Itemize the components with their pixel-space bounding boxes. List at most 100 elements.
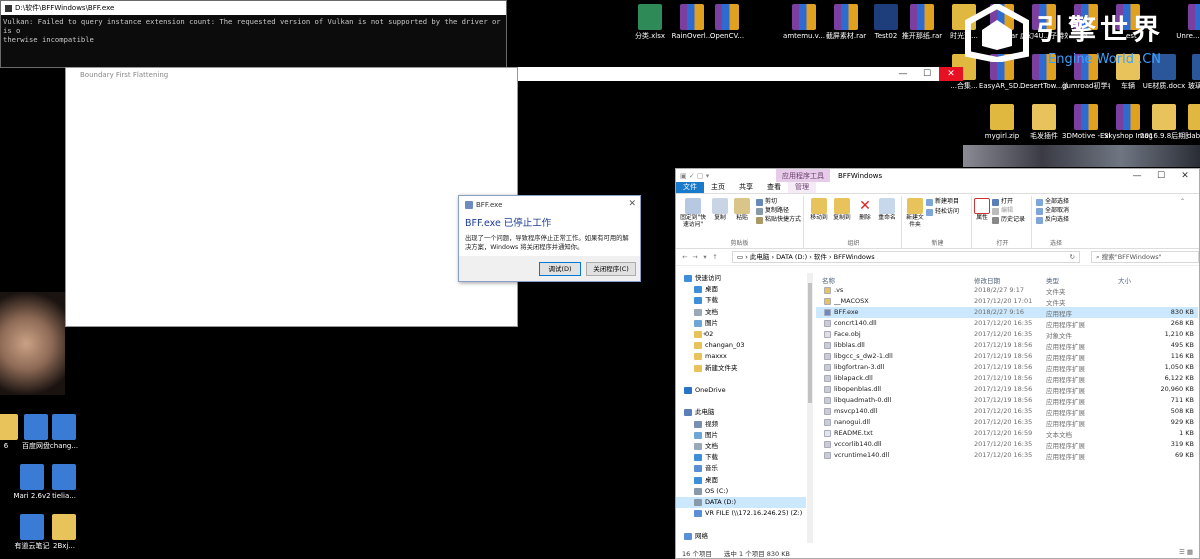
desktop-icon[interactable]: 3DMotive -Exterior En... bbox=[1062, 104, 1110, 141]
nav-item[interactable]: 文档 ✦ bbox=[694, 307, 718, 318]
explorer-minimize-button[interactable]: — bbox=[1125, 169, 1149, 183]
nav-item[interactable]: OS (C:) bbox=[694, 486, 728, 497]
move-to-button[interactable]: 移动到 bbox=[808, 198, 830, 222]
file-row[interactable]: vcruntime140.dll 2017/12/20 16:35 应用程序扩展 69… bbox=[816, 450, 1198, 461]
dialog-close-icon[interactable]: ✕ bbox=[628, 199, 636, 209]
copy-path-button[interactable]: 复制路径 bbox=[756, 207, 789, 215]
tab-share[interactable]: 共享 bbox=[732, 182, 760, 193]
nav-item[interactable]: 图片 ✦ bbox=[694, 318, 718, 329]
pin-quick-access-button[interactable]: 固定到"快速访问" bbox=[679, 198, 707, 229]
console-titlebar[interactable]: D:\软件\BFFWindows\BFF.exe bbox=[1, 1, 506, 15]
minimize-button[interactable]: — bbox=[891, 67, 915, 81]
nav-scrollbar-thumb[interactable] bbox=[808, 283, 812, 403]
nav-scrollbar[interactable] bbox=[807, 273, 813, 543]
file-row[interactable]: msvcp140.dll 2017/12/20 16:35 应用程序扩展 508 KB bbox=[816, 406, 1198, 417]
open-button[interactable]: 打开 bbox=[992, 198, 1013, 206]
nav-item[interactable]: 音乐 bbox=[694, 463, 718, 474]
column-type[interactable]: 类型 bbox=[1046, 275, 1059, 285]
select-none-button[interactable]: 全部取消 bbox=[1036, 207, 1069, 215]
properties-button[interactable]: 属性 bbox=[974, 198, 990, 222]
desktop-icon[interactable]: 推开那纸.rar bbox=[898, 4, 946, 41]
quick-access-toolbar[interactable]: ▣ ✓ ▢ ▾ bbox=[676, 172, 716, 180]
history-button[interactable]: 历史记录 bbox=[992, 216, 1025, 224]
new-folder-button[interactable]: 新建文件夹 bbox=[904, 198, 926, 229]
tab-home[interactable]: 主页 bbox=[704, 182, 732, 193]
explorer-titlebar[interactable]: ▣ ✓ ▢ ▾ 应用程序工具 BFFWindows — ☐ ✕ bbox=[676, 169, 1199, 182]
desktop-icon[interactable]: mygirl.zip bbox=[978, 104, 1026, 141]
paste-shortcut-button[interactable]: 粘贴快捷方式 bbox=[756, 216, 801, 224]
debug-button[interactable]: 调试(D) bbox=[539, 262, 581, 276]
new-item-button[interactable]: 新建项目 bbox=[926, 198, 959, 206]
breadcrumb-pc[interactable]: 此电脑 bbox=[750, 253, 770, 261]
desktop-icon[interactable]: tielia... bbox=[40, 464, 88, 501]
file-row[interactable]: nanogui.dll 2017/12/20 16:35 应用程序扩展 929 KB bbox=[816, 417, 1198, 428]
pin-icon[interactable]: ✦ bbox=[707, 318, 712, 329]
breadcrumb-drive[interactable]: DATA (D:) bbox=[776, 253, 807, 261]
breadcrumb-software[interactable]: 软件 bbox=[814, 253, 827, 261]
pin-icon[interactable]: ✦ bbox=[707, 307, 712, 318]
file-row[interactable]: .vs 2018/2/27 9:17 文件夹 bbox=[816, 285, 1198, 296]
collapse-ribbon-icon[interactable]: ⌃ bbox=[1180, 198, 1185, 205]
file-row[interactable]: README.txt 2017/12/20 16:59 文本文档 1 KB bbox=[816, 428, 1198, 439]
file-row[interactable]: libgcc_s_dw2-1.dll 2017/12/19 18:56 应用程序扩展… bbox=[816, 351, 1198, 362]
nav-item[interactable]: VR FILE (\\172.16.246.25) (Z:) bbox=[694, 508, 802, 519]
file-row[interactable]: libopenblas.dll 2017/12/19 18:56 应用程序扩展 20,… bbox=[816, 384, 1198, 395]
tab-manage[interactable]: 管理 bbox=[788, 182, 816, 193]
bff-window-titlebar-extension[interactable]: — ☐ ✕ bbox=[518, 67, 963, 81]
edit-button[interactable]: 编辑 bbox=[992, 207, 1013, 215]
nav-item[interactable]: 网络 bbox=[684, 531, 708, 542]
forward-icon[interactable]: → bbox=[690, 253, 700, 261]
explorer-close-button[interactable]: ✕ bbox=[1173, 169, 1197, 183]
file-row[interactable]: libblas.dll 2017/12/19 18:56 应用程序扩展 495 KB bbox=[816, 340, 1198, 351]
rename-button[interactable]: 重命名 bbox=[876, 198, 898, 222]
nav-item[interactable]: 下载 bbox=[694, 452, 718, 463]
pin-icon[interactable]: ✦ bbox=[707, 284, 712, 295]
nav-item[interactable]: 下载 ✦ bbox=[694, 295, 718, 306]
address-bar[interactable]: ▭ › 此电脑 › DATA (D:) › 软件 › BFFWindows ↻ bbox=[732, 251, 1080, 263]
breadcrumb-current[interactable]: BFFWindows bbox=[834, 253, 875, 261]
column-date[interactable]: 修改日期 bbox=[974, 275, 1000, 285]
explorer-maximize-button[interactable]: ☐ bbox=[1149, 169, 1173, 183]
nav-item[interactable]: changan_03 bbox=[694, 340, 745, 351]
nav-item[interactable]: 桌面 bbox=[694, 475, 718, 486]
nav-item[interactable]: 此电脑 bbox=[684, 407, 715, 418]
file-row[interactable]: concrt140.dll 2017/12/20 16:35 应用程序扩展 268 K… bbox=[816, 318, 1198, 329]
file-row[interactable]: libgfortran-3.dll 2017/12/19 18:56 应用程序扩展 1… bbox=[816, 362, 1198, 373]
search-input[interactable]: ⌕ 搜索"BFFWindows" bbox=[1091, 251, 1199, 263]
desktop-icon[interactable]: chang... bbox=[40, 414, 88, 451]
nav-item[interactable]: 文档 bbox=[694, 441, 718, 452]
desktop-icon[interactable]: 2Bxj... bbox=[40, 514, 88, 551]
desktop-icon[interactable]: OpenCV... bbox=[703, 4, 751, 41]
refresh-icon[interactable]: ↻ bbox=[1070, 253, 1075, 262]
nav-item[interactable]: DATA (D:) bbox=[676, 497, 806, 508]
invert-selection-button[interactable]: 反向选择 bbox=[1036, 216, 1069, 224]
delete-button[interactable]: ✕ 删除 bbox=[856, 198, 874, 222]
nav-item[interactable]: 快速访问 bbox=[684, 273, 721, 284]
column-size[interactable]: 大小 bbox=[1118, 275, 1131, 285]
file-row[interactable]: Face.obj 2017/12/20 16:35 对象文件 1,210 KB bbox=[816, 329, 1198, 340]
maximize-button[interactable]: ☐ bbox=[915, 67, 939, 81]
error-dialog[interactable]: BFF.exe ✕ BFF.exe 已停止工作 出现了一个问题，导致程序停止正常… bbox=[458, 195, 641, 282]
close-button[interactable]: ✕ bbox=[939, 67, 963, 81]
tab-file[interactable]: 文件 bbox=[676, 182, 704, 193]
nav-item[interactable]: 桌面 ✦ bbox=[694, 284, 718, 295]
file-row[interactable]: BFF.exe 2018/2/27 9:16 应用程序 830 KB bbox=[816, 307, 1198, 318]
copy-button[interactable]: 复制 bbox=[710, 198, 730, 222]
back-icon[interactable]: ← bbox=[680, 253, 690, 261]
paste-button[interactable]: 粘贴 bbox=[732, 198, 752, 222]
tab-view[interactable]: 查看 bbox=[760, 182, 788, 193]
nav-item[interactable]: 新建文件夹 bbox=[694, 363, 738, 374]
file-row[interactable]: libquadmath-0.dll 2017/12/19 18:56 应用程序扩展 7… bbox=[816, 395, 1198, 406]
nav-item[interactable]: maxxx bbox=[694, 351, 727, 362]
copy-to-button[interactable]: 复制到 bbox=[831, 198, 853, 222]
desktop-icon[interactable]: 6 bbox=[0, 414, 30, 451]
column-name[interactable]: 名称 bbox=[822, 275, 835, 285]
desktop-icon[interactable]: dabai... bbox=[1176, 104, 1200, 141]
up-icon[interactable]: ↑ bbox=[710, 253, 720, 261]
desktop-icon[interactable]: amtemu.v... bbox=[780, 4, 828, 41]
close-program-button[interactable]: 关闭程序(C) bbox=[586, 262, 636, 276]
desktop-icon[interactable]: 分类.xlsx bbox=[626, 4, 674, 41]
file-row[interactable]: vccorlib140.dll 2017/12/20 16:35 应用程序扩展 319… bbox=[816, 439, 1198, 450]
view-toggle-icons[interactable]: ☰ ▦ bbox=[1179, 548, 1193, 556]
file-explorer-window[interactable]: ▣ ✓ ▢ ▾ 应用程序工具 BFFWindows — ☐ ✕ 文件 主页 共享… bbox=[675, 168, 1200, 559]
